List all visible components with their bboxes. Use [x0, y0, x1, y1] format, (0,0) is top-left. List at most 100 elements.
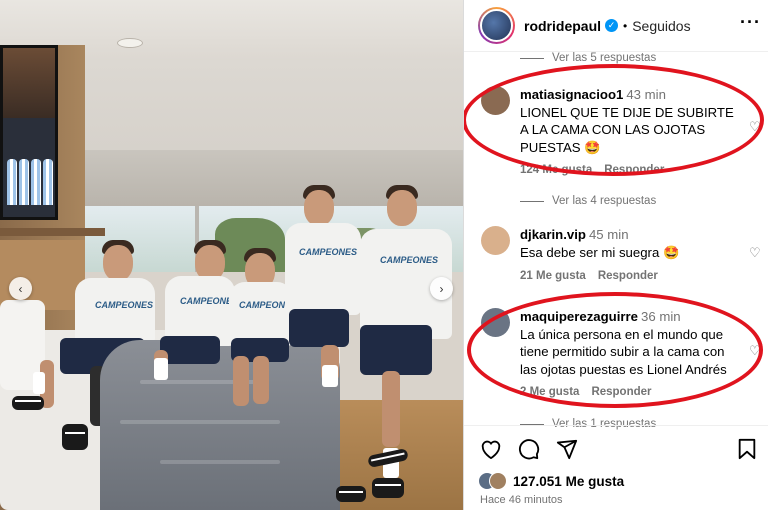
comment-item: matiasignacioo1 43 min LIONEL QUE TE DIJE…	[478, 86, 763, 178]
likes-text: 127.051 Me gusta	[513, 474, 624, 489]
comment-time: 43 min	[626, 87, 666, 102]
duvet	[100, 340, 340, 510]
head	[304, 190, 334, 226]
next-image-button[interactable]: ›	[430, 277, 453, 300]
commenter-username[interactable]: matiasignacioo1	[520, 87, 623, 102]
comment-item: djkarin.vip 45 min Esa debe ser mi suegra…	[478, 226, 763, 286]
post-time[interactable]: Hace 46 minutos	[480, 494, 563, 506]
comment-body: matiasignacioo1 43 min LIONEL QUE TE DIJE…	[520, 86, 740, 156]
head	[103, 245, 133, 281]
comments-list[interactable]: Ver las 5 respuestas matiasignacioo1 43 m…	[464, 52, 768, 430]
slipper-stripe	[375, 484, 401, 486]
comment-text: La única persona en el mundo que tiene p…	[520, 326, 727, 377]
comment-body: maquiperezaguirre 36 min La única persona…	[520, 308, 740, 378]
author-username[interactable]: rodridepaul	[524, 18, 601, 34]
post-photo[interactable]: CAMPEONES CAMPEONES CAMPEONES CAMPEONES	[0, 0, 463, 510]
shirt	[229, 282, 293, 346]
shorts	[289, 309, 349, 347]
comment-time: 36 min	[641, 309, 681, 324]
comment-item: maquiperezaguirre 36 min La única persona…	[478, 308, 763, 400]
slipper-stripe	[370, 452, 405, 462]
avatar-image	[480, 9, 513, 42]
post-footer: 127.051 Me gusta Hace 46 minutos	[464, 425, 768, 510]
leg	[253, 356, 269, 404]
leg	[233, 356, 249, 406]
commenter-avatar[interactable]	[481, 226, 510, 255]
bookmark-icon[interactable]	[734, 436, 760, 462]
sock	[154, 358, 168, 380]
replies-label: Ver las 4 respuestas	[552, 195, 657, 207]
separator: •	[623, 18, 628, 33]
liker-avatar	[489, 472, 507, 490]
poster-figure	[31, 159, 41, 205]
share-icon[interactable]	[554, 436, 580, 462]
comment-like-heart-icon[interactable]: ♡	[749, 246, 763, 260]
wall-poster	[0, 45, 58, 220]
commenter-avatar[interactable]	[481, 308, 510, 337]
duvet-fold	[120, 420, 280, 424]
reply-button[interactable]: Responder	[591, 386, 651, 398]
comment-like-heart-icon[interactable]: ♡	[749, 344, 763, 358]
previous-image-button[interactable]: ‹	[9, 277, 32, 300]
likes-label: Me gusta	[565, 473, 625, 489]
head	[387, 190, 417, 226]
like-heart-icon[interactable]	[478, 436, 504, 462]
comment-text: Esa debe ser mi suegra 🤩	[520, 244, 680, 260]
slipper-stripe	[65, 432, 85, 434]
reply-button[interactable]: Responder	[604, 164, 664, 176]
profile-avatar[interactable]	[478, 7, 515, 44]
poster-figure	[7, 159, 17, 205]
replies-line	[520, 200, 544, 202]
sock	[322, 365, 338, 387]
shorts	[360, 325, 432, 375]
leg	[382, 371, 400, 447]
commenter-username[interactable]: djkarin.vip	[520, 227, 586, 242]
following-status[interactable]: Seguidos	[632, 18, 690, 34]
comment-likes[interactable]: 2 Me gusta	[520, 386, 579, 398]
likes-summary[interactable]: 127.051 Me gusta	[478, 472, 624, 490]
ceiling-light	[117, 38, 143, 48]
likes-count: 127.051	[513, 473, 562, 489]
slipper	[372, 478, 404, 498]
view-replies-button[interactable]: Ver las 4 respuestas	[520, 195, 656, 207]
comment-meta: 21 Me gusta Responder	[520, 270, 670, 282]
action-bar	[478, 436, 763, 466]
comment-likes[interactable]: 124 Me gusta	[520, 164, 592, 176]
replies-line	[520, 57, 544, 59]
shirt	[285, 223, 361, 315]
view-replies-button[interactable]: Ver las 5 respuestas	[520, 52, 656, 64]
post-header: rodridepaul ✓ • Seguidos ···	[464, 0, 768, 52]
replies-label: Ver las 5 respuestas	[552, 52, 657, 64]
duvet-fold	[160, 460, 280, 464]
shirt-text: CAMPEONES	[380, 255, 439, 265]
comment-text: LIONEL QUE TE DIJE DE SUBIRTE A LA CAMA …	[520, 104, 734, 155]
reply-button[interactable]: Responder	[598, 270, 658, 282]
comment-likes[interactable]: 21 Me gusta	[520, 270, 586, 282]
slipper-stripe	[15, 400, 41, 402]
slipper	[62, 424, 88, 450]
shirt-text: CAMPEONES	[95, 300, 154, 310]
commenter-username[interactable]: maquiperezaguirre	[520, 309, 638, 324]
comment-meta: 124 Me gusta Responder	[520, 164, 676, 176]
slipper-stripe	[339, 491, 363, 493]
verified-badge-icon: ✓	[605, 19, 619, 32]
commenter-avatar[interactable]	[481, 86, 510, 115]
shorts	[160, 336, 220, 364]
post-panel: rodridepaul ✓ • Seguidos ··· Ver las 5 r…	[463, 0, 768, 510]
poster-figure	[43, 159, 53, 205]
slipper	[336, 486, 366, 502]
comment-icon[interactable]	[516, 436, 542, 462]
shelf	[0, 228, 105, 236]
comment-body: djkarin.vip 45 min Esa debe ser mi suegra…	[520, 226, 740, 261]
bookmark-glyph	[738, 438, 756, 460]
poster-figure	[19, 159, 29, 205]
more-horizontal-icon[interactable]: ···	[740, 12, 761, 33]
sock	[33, 372, 45, 394]
share-glyph	[556, 439, 578, 460]
comment-time: 45 min	[588, 227, 629, 242]
like-heart-glyph	[481, 440, 501, 459]
shirt	[75, 278, 155, 344]
comment-like-heart-icon[interactable]: ♡	[749, 120, 763, 134]
comment-glyph	[519, 439, 540, 460]
shirt-text: CAMPEONES	[299, 247, 358, 257]
